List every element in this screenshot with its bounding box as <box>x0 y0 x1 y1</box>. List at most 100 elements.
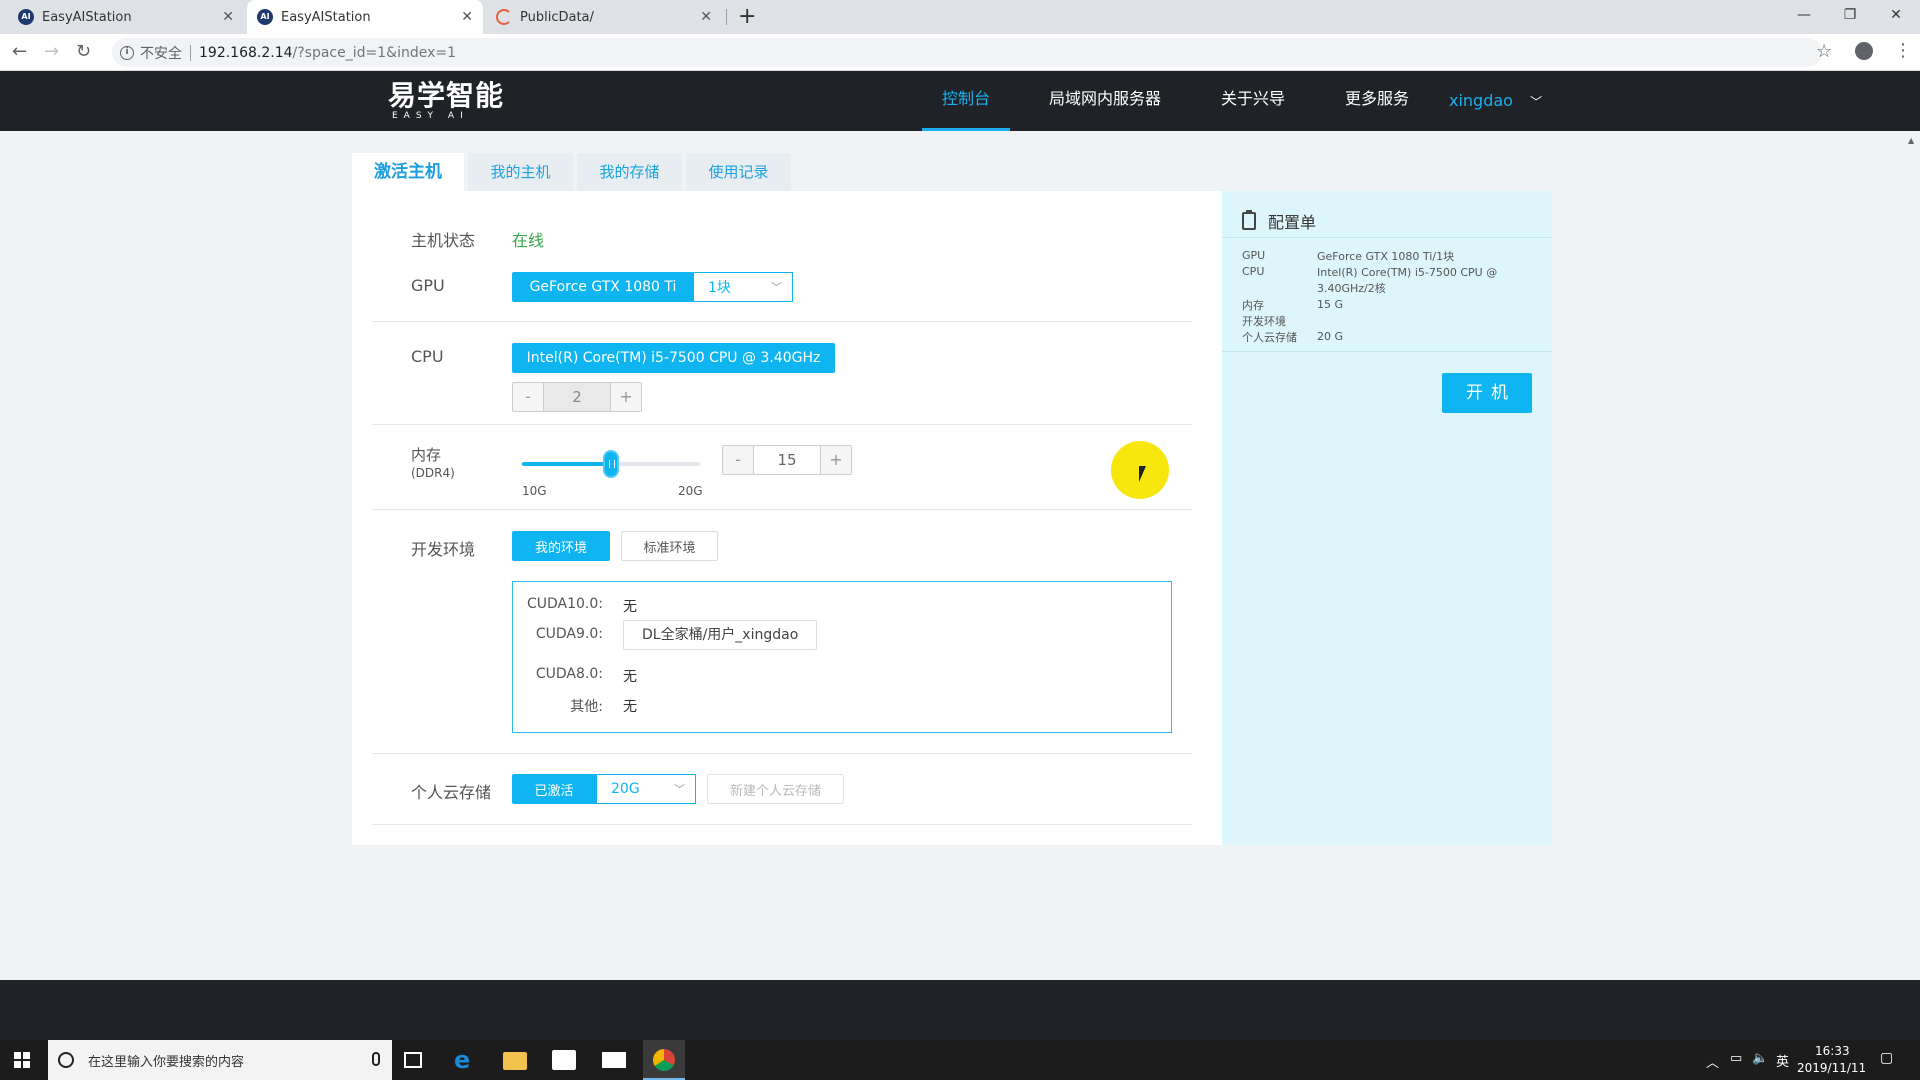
gpu-count-value: 1块 <box>708 280 731 296</box>
easyai-favicon-icon: AI <box>257 9 273 25</box>
memory-slider-handle[interactable] <box>603 450 619 478</box>
divider <box>372 424 1192 425</box>
task-view-icon[interactable] <box>404 1052 422 1068</box>
new-storage-button[interactable]: 新建个人云存储 <box>707 774 844 804</box>
cpu-count-input[interactable]: 2 <box>543 383 611 411</box>
env-value-other: 无 <box>623 699 637 715</box>
clipboard-icon <box>1242 210 1256 230</box>
cortana-icon <box>58 1052 74 1068</box>
grip-icon <box>609 460 615 468</box>
reload-icon[interactable]: ↻ <box>76 41 91 62</box>
microphone-icon[interactable] <box>372 1052 380 1066</box>
ime-indicator[interactable]: 英 <box>1776 1051 1789 1070</box>
volume-icon[interactable]: 🔈 <box>1752 1051 1768 1066</box>
divider <box>1222 351 1552 352</box>
bookmark-star-icon[interactable]: ☆ <box>1816 41 1832 62</box>
memory-label: 内存 <box>411 446 442 464</box>
memory-value-input[interactable]: 15 <box>753 446 821 474</box>
divider <box>372 824 1192 825</box>
network-icon[interactable]: ▭ <box>1730 1051 1742 1066</box>
tab-activate-host[interactable]: 激活主机 <box>352 153 464 191</box>
address-bar[interactable]: i 不安全 192.168.2.14 /?space_id=1&index=1 <box>112 38 1822 67</box>
env-key-cuda8: CUDA8.0: <box>535 666 603 682</box>
tab-my-storage[interactable]: 我的存储 <box>577 153 682 191</box>
env-value-cuda9[interactable]: DL全家桶/用户_xingdao <box>623 620 818 650</box>
standard-env-button[interactable]: 标准环境 <box>621 531 718 561</box>
memory-stepper[interactable]: - 15 + <box>722 445 852 475</box>
browser-tab-3[interactable]: PublicData/ ✕ <box>486 0 722 34</box>
tray-chevron-up-icon[interactable]: ︿ <box>1706 1052 1719 1071</box>
info-icon[interactable]: i <box>120 45 134 60</box>
power-on-button[interactable]: 开机 <box>1442 373 1532 413</box>
clock-date[interactable]: 2019/11/11 <box>1797 1061 1866 1075</box>
nav-console[interactable]: 控制台 <box>922 71 1011 131</box>
chrome-icon <box>653 1049 675 1071</box>
browser-toolbar: ← → ↻ i 不安全 192.168.2.14 /?space_id=1&in… <box>0 34 1920 71</box>
nav-lan-servers[interactable]: 局域网内服务器 <box>1049 71 1161 131</box>
tab-my-hosts[interactable]: 我的主机 <box>468 153 573 191</box>
gpu-model-button[interactable]: GeForce GTX 1080 Ti <box>512 272 694 302</box>
page-footer <box>0 980 1920 1040</box>
memory-type: (DDR4) <box>411 466 455 480</box>
gpu-count-select[interactable]: 1块 ﹀ <box>693 272 793 302</box>
memory-min-label: 10G <box>522 484 547 498</box>
dev-env-label: 开发环境 <box>411 540 476 559</box>
chevron-down-icon: ﹀ <box>771 281 782 294</box>
url-path: /?space_id=1&index=1 <box>292 44 457 61</box>
back-icon[interactable]: ← <box>12 41 27 62</box>
cpu-count-stepper[interactable]: - 2 + <box>512 382 642 412</box>
minimize-icon[interactable]: — <box>1781 0 1827 30</box>
account-icon[interactable] <box>1855 42 1873 60</box>
store-icon[interactable] <box>552 1050 576 1070</box>
memory-decrement-button[interactable]: - <box>723 446 753 474</box>
browser-tab-1[interactable]: AI EasyAIStation ✕ <box>8 0 244 34</box>
mail-icon[interactable] <box>602 1052 626 1068</box>
app-header: 易学智能 EASY AI 控制台 局域网内服务器 关于兴导 更多服务 xingd… <box>0 71 1920 131</box>
divider <box>372 753 1192 754</box>
nav-about[interactable]: 关于兴导 <box>1221 71 1285 131</box>
taskbar-search[interactable]: 在这里输入你要搜索的内容 <box>48 1040 392 1080</box>
logo[interactable]: 易学智能 EASY AI <box>388 81 504 122</box>
close-icon[interactable]: ✕ <box>461 9 473 25</box>
close-icon[interactable]: ✕ <box>700 9 712 25</box>
window-close-icon[interactable]: ✕ <box>1873 0 1919 30</box>
env-details-box: CUDA10.0: 无 CUDA9.0: DL全家桶/用户_xingdao CU… <box>512 581 1172 733</box>
forward-icon[interactable]: → <box>44 41 59 62</box>
cpu-label: CPU <box>411 347 444 366</box>
windows-start-icon[interactable] <box>14 1052 30 1068</box>
file-explorer-icon[interactable] <box>503 1052 527 1070</box>
host-config-form: 主机状态 在线 GPU GeForce GTX 1080 Ti 1块 ﹀ CPU… <box>352 191 1222 845</box>
cpu-decrement-button[interactable]: - <box>513 383 543 411</box>
storage-status-badge: 已激活 <box>512 774 596 804</box>
tab-usage-records[interactable]: 使用记录 <box>686 153 791 191</box>
divider <box>372 321 1192 322</box>
clock-time[interactable]: 16:33 <box>1815 1044 1850 1058</box>
config-key-gpu: GPU <box>1242 249 1266 262</box>
chrome-taskbar-button[interactable] <box>643 1040 685 1080</box>
new-tab-icon[interactable]: + <box>738 4 756 29</box>
tab-separator <box>726 9 727 25</box>
memory-increment-button[interactable]: + <box>821 446 851 474</box>
taskbar-search-placeholder: 在这里输入你要搜索的内容 <box>88 1054 245 1070</box>
cpu-increment-button[interactable]: + <box>611 383 641 411</box>
close-icon[interactable]: ✕ <box>222 9 234 25</box>
tab-title: EasyAIStation <box>281 9 371 25</box>
user-menu[interactable]: xingdao ﹀ <box>1449 71 1542 131</box>
status-value: 在线 <box>512 231 545 250</box>
storage-size-select[interactable]: 20G ﹀ <box>596 774 696 804</box>
my-env-button[interactable]: 我的环境 <box>512 531 610 561</box>
browser-tab-2[interactable]: AI EasyAIStation ✕ <box>247 0 483 34</box>
tab-title: PublicData/ <box>520 9 594 25</box>
edge-icon[interactable]: e <box>454 1048 478 1072</box>
config-key-memory: 内存 <box>1242 299 1264 312</box>
notification-icon[interactable]: ▢ <box>1880 1050 1893 1066</box>
restore-icon[interactable]: ❐ <box>1827 0 1873 30</box>
config-title: 配置单 <box>1242 209 1316 233</box>
config-value-cpu: Intel(R) Core(TM) i5-7500 CPU @ 3.40GHz/… <box>1317 266 1498 295</box>
scroll-up-icon[interactable]: ▲ <box>1908 136 1914 145</box>
nav-more-services[interactable]: 更多服务 <box>1345 71 1409 131</box>
more-menu-icon[interactable]: ⋮ <box>1894 40 1912 61</box>
cpu-model-button[interactable]: Intel(R) Core(TM) i5-7500 CPU @ 3.40GHz <box>512 343 835 373</box>
memory-slider-fill <box>522 462 611 466</box>
omnibox-separator <box>190 44 191 61</box>
